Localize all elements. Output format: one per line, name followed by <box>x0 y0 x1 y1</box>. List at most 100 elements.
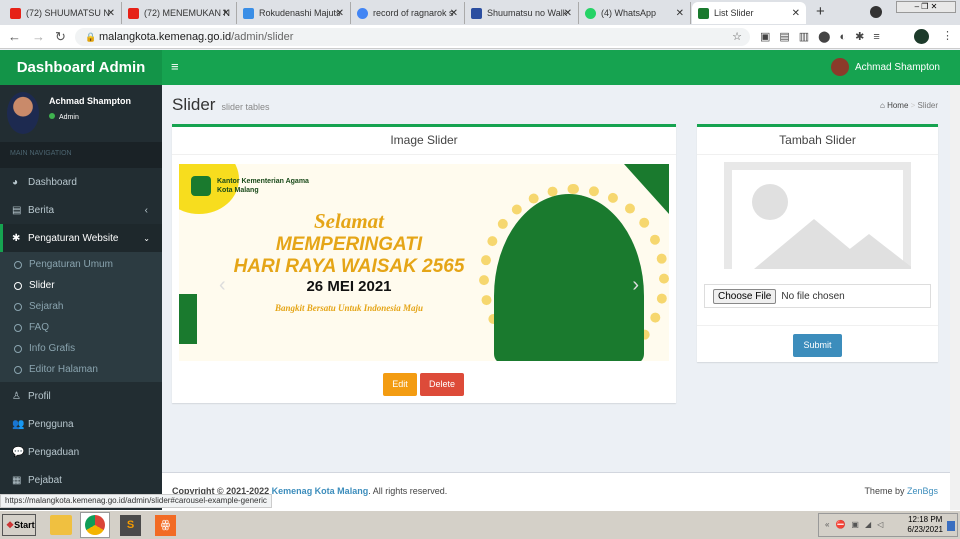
users-icon: 👥 <box>12 418 25 430</box>
nav-section-header: MAIN NAVIGATION <box>0 142 162 168</box>
sidebar-item-dashboard[interactable]: ◕ Dashboard <box>0 168 162 196</box>
back-icon[interactable]: ← <box>8 29 21 44</box>
explorer-icon[interactable] <box>50 515 72 535</box>
forward-icon[interactable]: → <box>32 29 45 44</box>
breadcrumb: ⌂ Home > Slider <box>879 101 938 110</box>
sidebar-subitem-faq[interactable]: FAQ <box>0 317 162 338</box>
menu-icon[interactable]: ⋮ <box>942 29 953 42</box>
circle-icon <box>14 260 22 269</box>
tray-icons[interactable]: «⛔▣◢◁ <box>825 520 889 529</box>
reload-icon[interactable]: ↻ <box>55 29 66 45</box>
close-tab-icon[interactable]: ✕ <box>564 8 572 19</box>
close-tab-icon[interactable]: ✕ <box>222 8 230 19</box>
box-title: Tambah Slider <box>697 127 938 155</box>
sidebar-subitem-slider[interactable]: Slider <box>0 275 162 296</box>
browser-tab[interactable]: (72) MENEMUKAN N ✕ <box>122 2 237 24</box>
carousel-next-icon[interactable]: › <box>632 274 639 297</box>
chevron-down-icon: ⌄ <box>143 233 150 243</box>
dashboard-icon: ◕ <box>12 176 19 188</box>
browser-tab[interactable]: (72) SHUUMATSU N ✕ <box>4 2 122 24</box>
close-tab-icon[interactable]: ✕ <box>336 8 344 19</box>
sidebar: Achmad Shampton Admin MAIN NAVIGATION ◕ D… <box>0 85 162 510</box>
kemenag-icon <box>698 7 709 19</box>
edit-button[interactable]: Edit <box>383 373 417 396</box>
delete-button[interactable]: Delete <box>420 373 464 396</box>
google-icon <box>357 7 368 19</box>
home-icon: ⌂ <box>879 101 885 110</box>
sidebar-item-pejabat[interactable]: ▦ Pejabat <box>0 466 162 494</box>
content-area: Slider slider tables ⌂ Home > Slider Ima… <box>162 85 960 472</box>
close-tab-icon[interactable]: ✕ <box>450 8 458 19</box>
footer-org-link[interactable]: Kemenag Kota Malang <box>272 486 369 496</box>
extension-icons[interactable]: ▣▤▥⬤◐✱≡ <box>760 30 889 43</box>
close-tab-icon[interactable]: ✕ <box>107 8 115 19</box>
add-slider-box: Tambah Slider Choose File No file chosen… <box>697 124 938 362</box>
circle-icon <box>14 281 22 290</box>
youtube-icon <box>10 7 21 19</box>
submit-button[interactable]: Submit <box>793 334 842 357</box>
user-icon: ♙ <box>12 390 21 402</box>
user-menu[interactable]: Achmad Shampton <box>830 58 940 76</box>
image-placeholder-icon <box>724 162 911 269</box>
circle-icon <box>14 365 22 374</box>
sidebar-subitem-sejarah[interactable]: Sejarah <box>0 296 162 317</box>
xampp-icon[interactable]: ꙮ <box>155 515 176 536</box>
clock[interactable]: 12:18 PM 6/23/2021 <box>907 515 943 535</box>
kemenag-logo <box>191 176 211 196</box>
window-controls[interactable]: ‒ ❐ ✕ <box>896 1 956 13</box>
sidebar-item-profil[interactable]: ♙ Profil <box>0 382 162 410</box>
online-status-icon <box>49 113 55 119</box>
box-title: Image Slider <box>172 127 676 155</box>
close-tab-icon[interactable]: ✕ <box>676 8 684 19</box>
breadcrumb-home[interactable]: Home <box>887 101 908 110</box>
sidebar-item-pengaduan[interactable]: 💬 Pengaduan <box>0 438 162 466</box>
browser-tab-active[interactable]: List Slider ✕ <box>692 2 806 24</box>
circle-icon <box>14 302 22 311</box>
chrome-taskbar-button[interactable] <box>80 512 110 538</box>
circle-icon <box>14 344 22 353</box>
profile-avatar[interactable] <box>914 29 929 44</box>
sublime-icon[interactable]: S <box>120 515 141 536</box>
slider-image[interactable]: Kantor Kementerian Agama Kota Malang Sela… <box>179 164 669 361</box>
sidebar-item-pengaturan-website[interactable]: ✱ Pengaturan Website ⌄ <box>0 224 162 252</box>
url-input[interactable]: 🔒 malangkota.kemenag.go.id/admin/slider ☆ <box>75 28 750 46</box>
media-icon[interactable] <box>870 6 882 18</box>
hamburger-icon[interactable]: ≡ <box>171 59 179 74</box>
sidebar-subitem-editor-halaman[interactable]: Editor Halaman <box>0 359 162 380</box>
browser-tab[interactable]: record of ragnarok s ✕ <box>351 2 465 24</box>
gear-icon: ✱ <box>12 232 21 244</box>
newspaper-icon: ▤ <box>12 204 22 216</box>
carousel-prev-icon[interactable]: ‹ <box>219 274 226 297</box>
sidebar-subitem-pengaturan-umum[interactable]: Pengaturan Umum <box>0 254 162 275</box>
page-subtitle: slider tables <box>221 102 270 112</box>
avatar <box>830 58 849 76</box>
status-bar-url: https://malangkota.kemenag.go.id/admin/s… <box>0 494 272 508</box>
page-header: Slider slider tables <box>172 95 270 115</box>
scrollbar[interactable] <box>950 85 960 510</box>
submenu: Pengaturan Umum Slider Sejarah FAQ Info … <box>0 252 162 382</box>
chrome-icon <box>85 515 105 535</box>
sidebar-item-berita[interactable]: ▤ Berita ‹ <box>0 196 162 224</box>
whatsapp-icon <box>585 7 596 19</box>
browser-tab[interactable]: Shuumatsu no Walk ✕ <box>465 2 579 24</box>
lock-icon: 🔒 <box>85 32 97 42</box>
browser-tab[interactable]: Rokudenashi Majuts ✕ <box>237 2 351 24</box>
close-tab-icon[interactable]: ✕ <box>792 8 800 19</box>
footer: Copyright © 2021-2022 Kemenag Kota Malan… <box>162 472 960 510</box>
start-button[interactable]: ❖Start <box>2 514 36 536</box>
new-tab-button[interactable]: + <box>816 3 825 20</box>
brand-logo[interactable]: Dashboard Admin <box>0 50 162 85</box>
sidebar-item-pengguna[interactable]: 👥 Pengguna <box>0 410 162 438</box>
circle-icon <box>14 323 22 332</box>
sidebar-subitem-info-grafis[interactable]: Info Grafis <box>0 338 162 359</box>
show-desktop-icon[interactable] <box>947 521 955 531</box>
choose-file-button[interactable]: Choose File <box>713 288 777 304</box>
theme-link[interactable]: ZenBgs <box>907 486 938 496</box>
youtube-icon <box>128 7 139 19</box>
browser-tab[interactable]: (4) WhatsApp ✕ <box>579 2 691 24</box>
comments-icon: 💬 <box>12 446 25 458</box>
star-icon[interactable]: ☆ <box>732 28 742 46</box>
image-slider-box: Image Slider Kantor Kementerian Agama Kot… <box>172 124 676 403</box>
file-input[interactable]: Choose File No file chosen <box>704 284 931 308</box>
system-tray: «⛔▣◢◁ 12:18 PM 6/23/2021 <box>818 513 958 537</box>
